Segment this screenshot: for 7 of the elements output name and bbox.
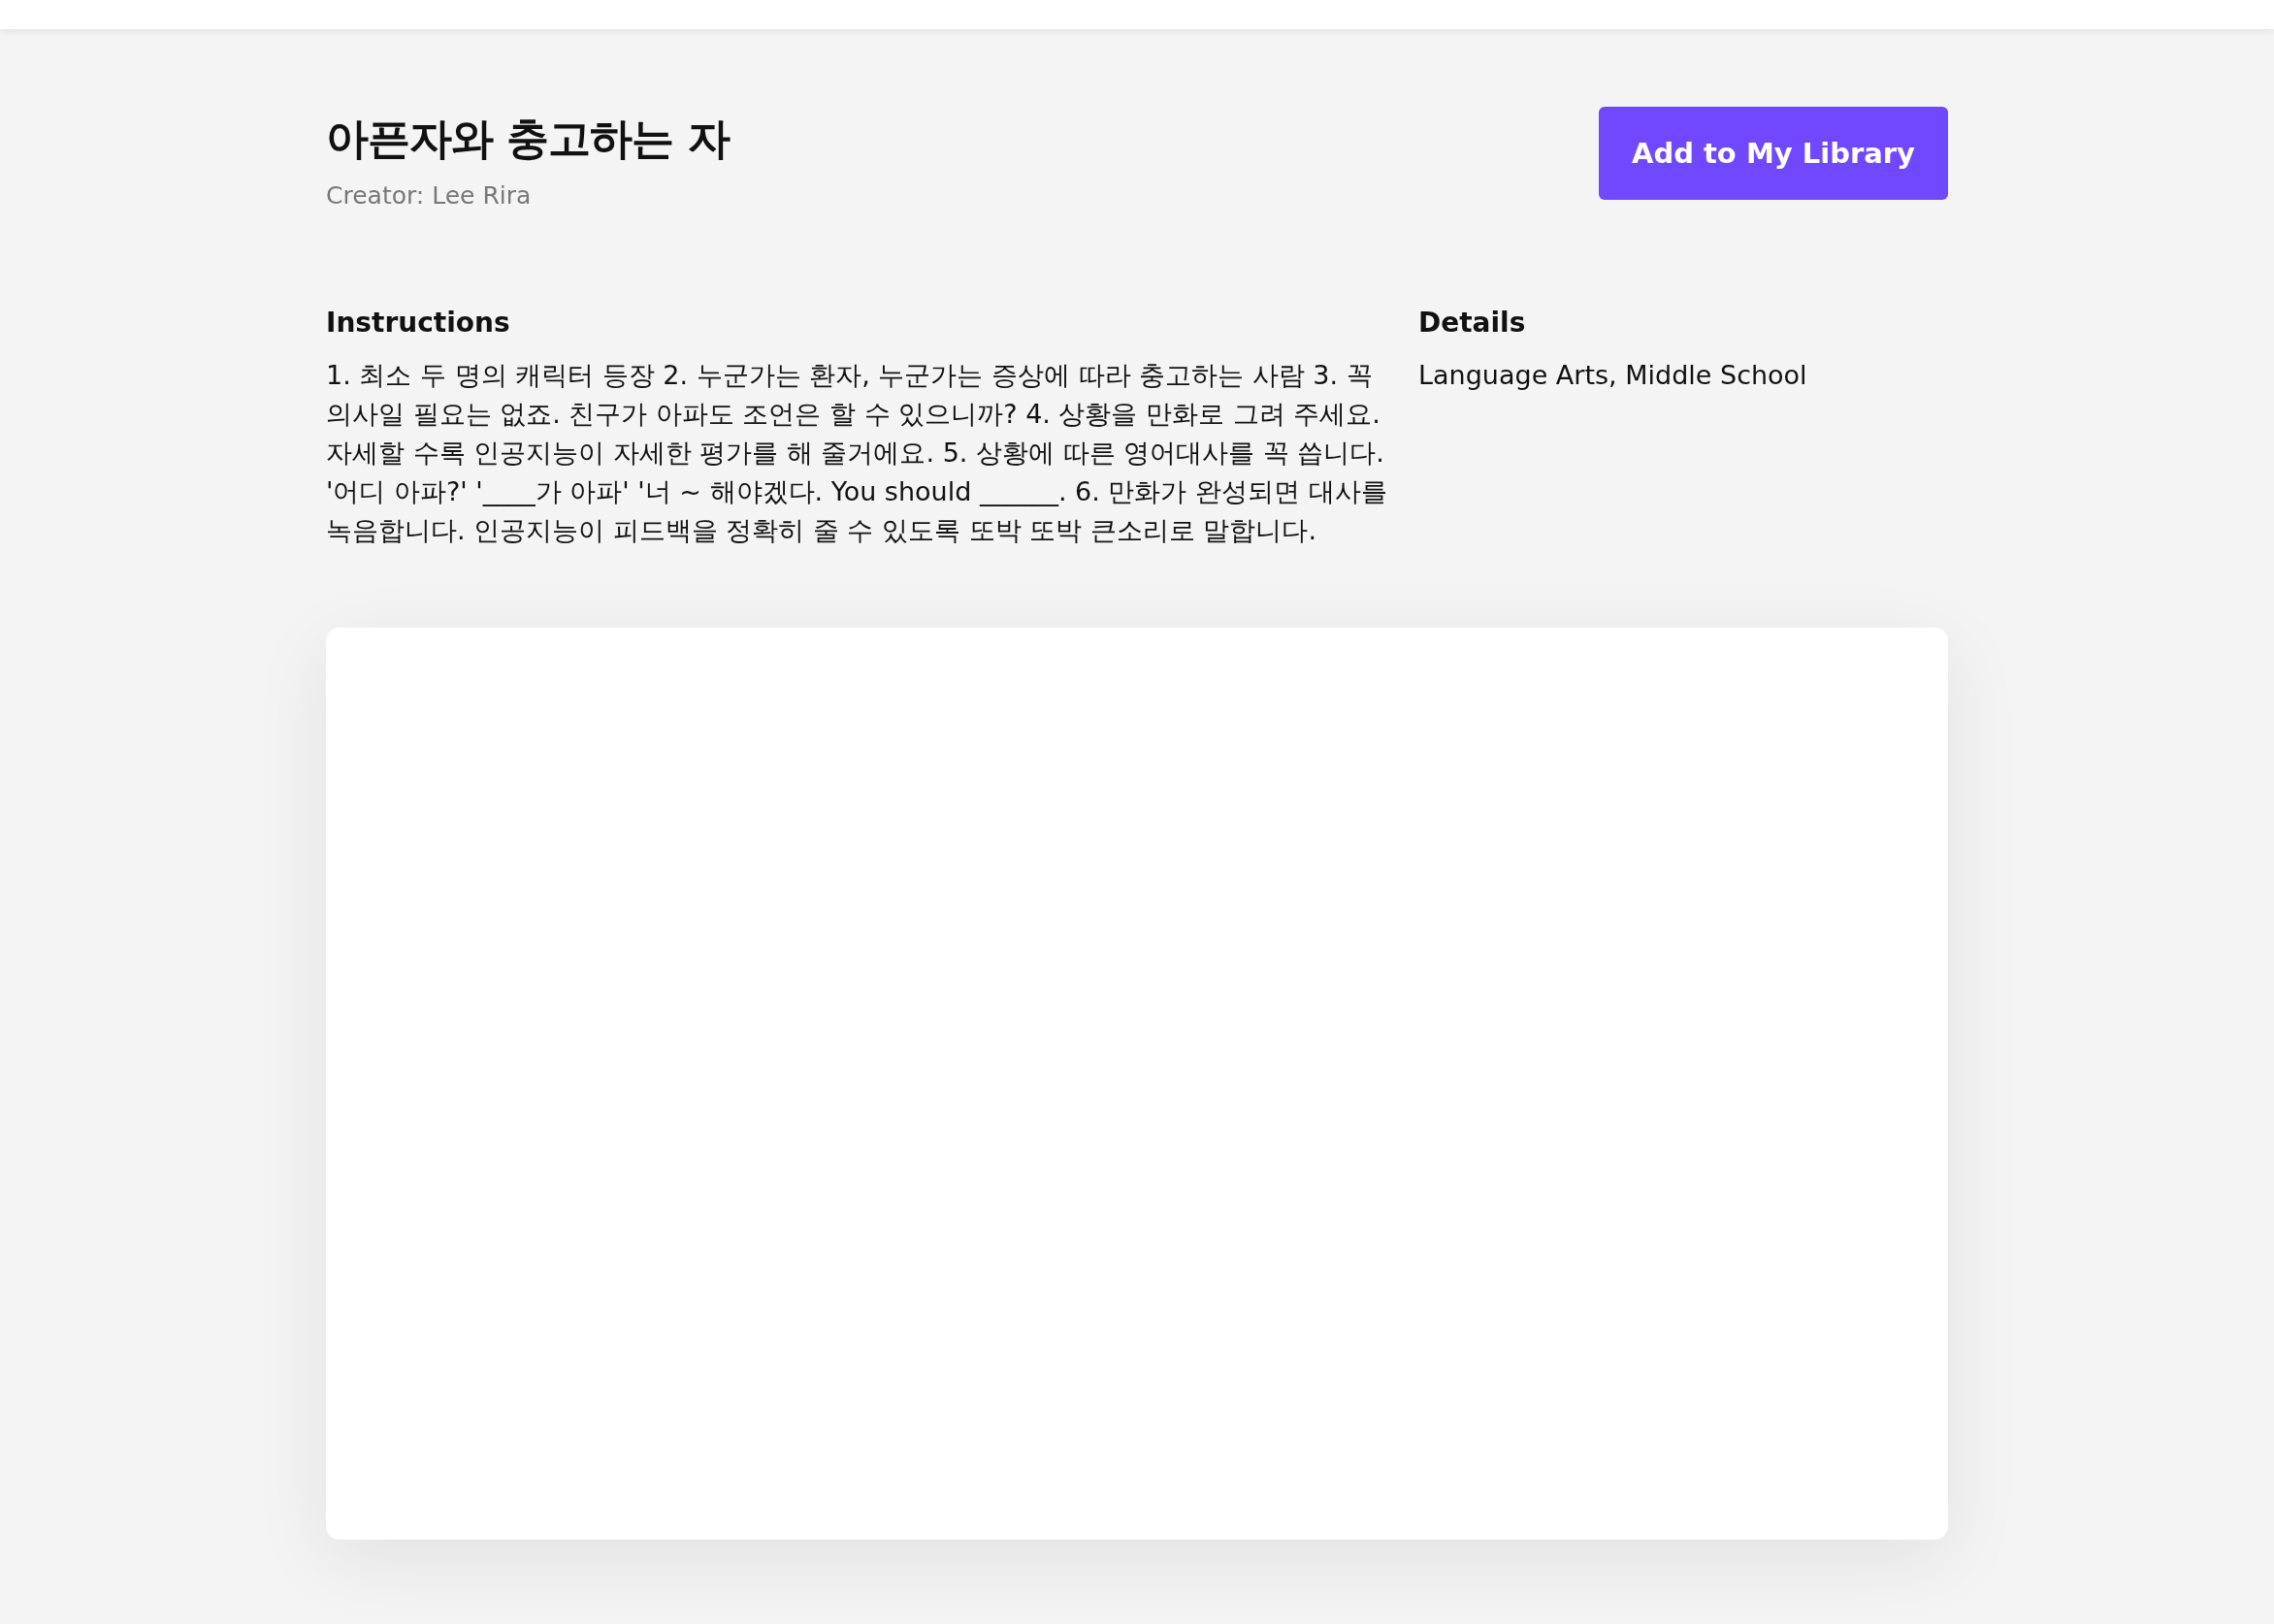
instructions-heading: Instructions: [326, 307, 511, 339]
details-text: Language Arts, Middle School: [1418, 359, 1807, 392]
add-to-library-button[interactable]: Add to My Library: [1598, 107, 1948, 200]
page-title: 아픈자와 충고하는 자: [326, 113, 730, 165]
details-heading: Details: [1418, 307, 1527, 339]
creator-label: Creator: Lee Rira: [326, 181, 533, 210]
instructions-text: 1. 최소 두 명의 캐릭터 등장 2. 누군가는 환자, 누군가는 증상에 따라 충고하는 사람 3. 꼭 의사일 필요는 없죠. 친구가 아파도 조언은 할 수 있으니까? 4. 상황을 만화로 그려 주세요. 자세할 수록 인공지능이 자세한 평가를 해 줄거에요. 5. 상황에 따른 영어대사를 꼭 씁니다. '어디 아파?' '____가 아파' '너 ~ 해야겠다. You should ______. 6. 만화가 완성되면 대사를 녹음합니다. 인공지능이 피드백을 정확히 줄 수 있도록 또박 또박 큰소리로 말합니다.: [326, 359, 1388, 547]
